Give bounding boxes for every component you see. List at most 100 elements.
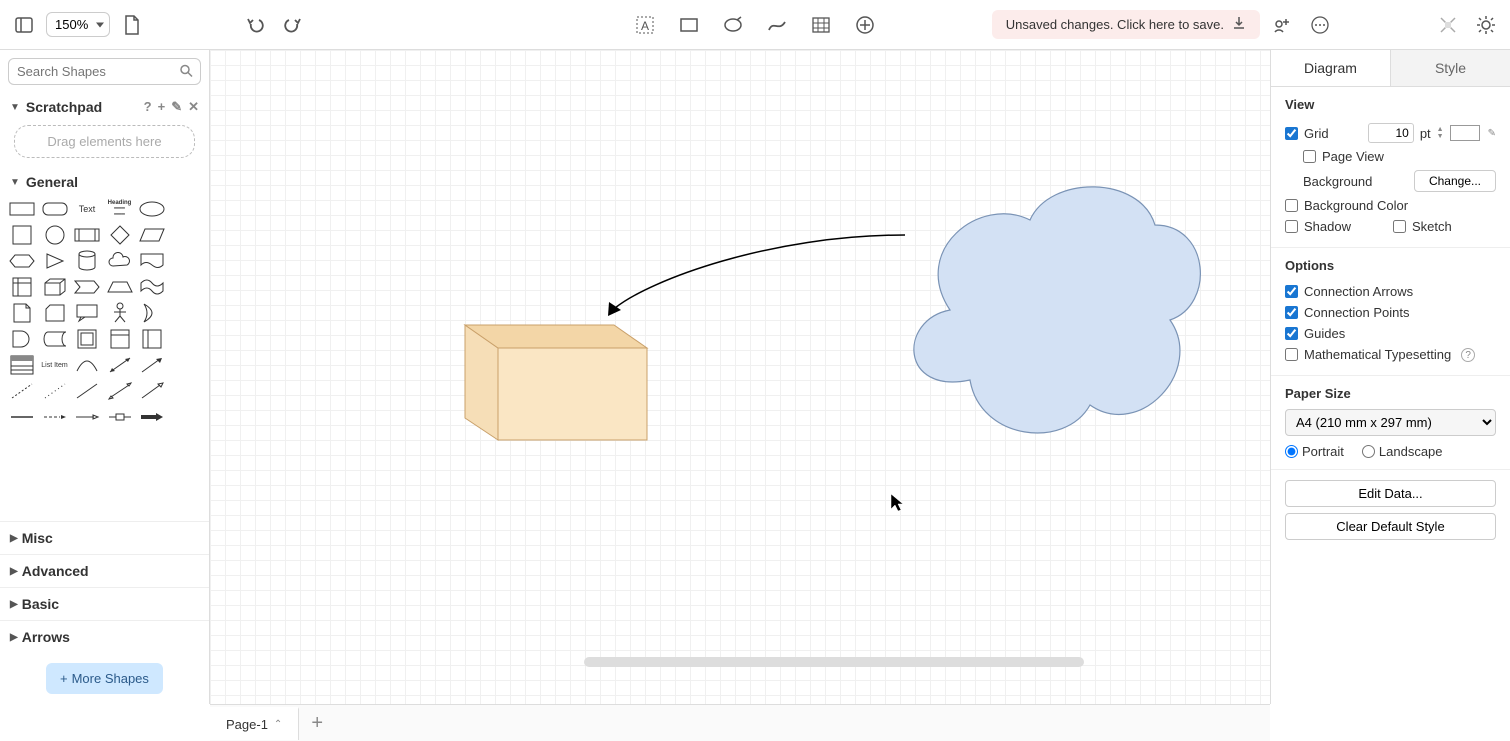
page-tab-1[interactable]: Page-1 ⌃ [210,707,299,740]
scratchpad-add-icon[interactable]: + [158,99,166,115]
shape-list[interactable] [8,354,36,376]
shape-cube[interactable] [41,276,69,298]
page-view-checkbox[interactable] [1303,150,1316,163]
canvas-cloud-shape[interactable] [914,187,1200,433]
shape-internal-storage[interactable] [8,276,36,298]
scratchpad-edit-icon[interactable]: ✎ [171,99,182,115]
grid-step-up[interactable]: ▲ [1437,126,1444,133]
text-tool-icon[interactable]: A [631,11,659,39]
canvas-arrow-connector[interactable] [608,235,905,316]
landscape-radio[interactable] [1362,445,1375,458]
more-menu-icon[interactable] [1306,11,1334,39]
connection-arrows-checkbox[interactable] [1285,285,1298,298]
guides-checkbox[interactable] [1285,327,1298,340]
arrows-section[interactable]: ▶Arrows [0,620,209,653]
shape-text[interactable]: Text [73,198,101,220]
shadow-checkbox[interactable] [1285,220,1298,233]
zoom-select[interactable]: 150% [46,12,110,37]
grid-checkbox[interactable] [1285,127,1298,140]
insert-tool-icon[interactable] [851,11,879,39]
shape-tape[interactable] [138,276,166,298]
basic-section[interactable]: ▶Basic [0,587,209,620]
shape-container[interactable] [73,328,101,350]
shape-process[interactable] [73,224,101,246]
shape-link[interactable] [41,406,69,428]
scratchpad-drop-zone[interactable]: Drag elements here [14,125,195,158]
scratchpad-header[interactable]: ▼ Scratchpad ? + ✎ ✕ [0,93,209,119]
help-icon[interactable]: ? [1461,348,1475,362]
shape-curve[interactable] [73,354,101,376]
search-icon[interactable] [179,63,193,80]
shape-triangle[interactable] [41,250,69,272]
undo-icon[interactable] [242,11,270,39]
sidebar-toggle-icon[interactable] [10,11,38,39]
shape-or[interactable] [138,302,166,324]
theme-icon[interactable] [1472,11,1500,39]
paper-size-select[interactable]: A4 (210 mm x 297 mm) [1285,409,1496,436]
shape-titled-container[interactable] [106,328,134,350]
shape-cylinder[interactable] [73,250,101,272]
rectangle-tool-icon[interactable] [675,11,703,39]
shape-diamond[interactable] [106,224,134,246]
shape-thick-arrow[interactable] [138,406,166,428]
more-shapes-button[interactable]: +More Shapes [46,663,163,694]
shape-line[interactable] [73,380,101,402]
canvas[interactable] [210,50,1270,704]
shape-heading[interactable]: Heading━━━━━━ [106,198,134,220]
shape-and[interactable] [8,328,36,350]
horizontal-scrollbar[interactable] [584,657,1084,667]
shape-vertical-container[interactable] [138,328,166,350]
shape-trapezoid[interactable] [106,276,134,298]
shape-card[interactable] [41,302,69,324]
shape-thin-arrow[interactable] [73,406,101,428]
scratchpad-close-icon[interactable]: ✕ [188,99,199,115]
clear-default-style-button[interactable]: Clear Default Style [1285,513,1496,540]
shape-step[interactable] [73,276,101,298]
freehand-tool-icon[interactable] [763,11,791,39]
portrait-radio[interactable] [1285,445,1298,458]
unsaved-banner[interactable]: Unsaved changes. Click here to save. [992,10,1260,39]
new-page-icon[interactable] [118,11,146,39]
background-color-checkbox[interactable] [1285,199,1298,212]
shape-circle[interactable] [41,224,69,246]
sketch-checkbox[interactable] [1393,220,1406,233]
scratchpad-help-icon[interactable]: ? [144,99,152,115]
shape-cloud[interactable] [106,250,134,272]
shape-directional-connector[interactable] [138,380,166,402]
shape-simple-line[interactable] [8,406,36,428]
general-header[interactable]: ▼ General [0,168,209,194]
advanced-section[interactable]: ▶Advanced [0,554,209,587]
shape-connector-label[interactable] [106,406,134,428]
shape-list-item[interactable]: List Item [41,354,69,376]
share-icon[interactable] [1268,11,1296,39]
shape-data-storage[interactable] [41,328,69,350]
table-tool-icon[interactable] [807,11,835,39]
shape-ellipse[interactable] [138,198,166,220]
shape-dashed-line[interactable] [8,380,36,402]
grid-size-input[interactable] [1368,123,1414,143]
tab-style[interactable]: Style [1390,50,1510,87]
search-input[interactable] [8,58,201,85]
shape-note[interactable] [8,302,36,324]
grid-step-down[interactable]: ▼ [1437,133,1444,140]
grid-color-edit-icon[interactable]: ✎ [1488,128,1496,139]
connection-points-checkbox[interactable] [1285,306,1298,319]
math-typesetting-checkbox[interactable] [1285,348,1298,361]
redo-icon[interactable] [278,11,306,39]
shape-rounded-rect[interactable] [41,198,69,220]
shape-dotted-line[interactable] [41,380,69,402]
shape-rectangle[interactable] [8,198,36,220]
design-tools-icon[interactable] [1434,11,1462,39]
shape-document[interactable] [138,250,166,272]
canvas-cube-shape[interactable] [465,325,647,440]
grid-color-swatch[interactable] [1450,125,1480,141]
shape-actor[interactable] [106,302,134,324]
shape-square[interactable] [8,224,36,246]
shape-arrow[interactable] [138,354,166,376]
shape-callout[interactable] [73,302,101,324]
change-background-button[interactable]: Change... [1414,170,1496,192]
shape-parallelogram[interactable] [138,224,166,246]
edit-data-button[interactable]: Edit Data... [1285,480,1496,507]
ellipse-tool-icon[interactable] [719,11,747,39]
misc-section[interactable]: ▶Misc [0,521,209,554]
